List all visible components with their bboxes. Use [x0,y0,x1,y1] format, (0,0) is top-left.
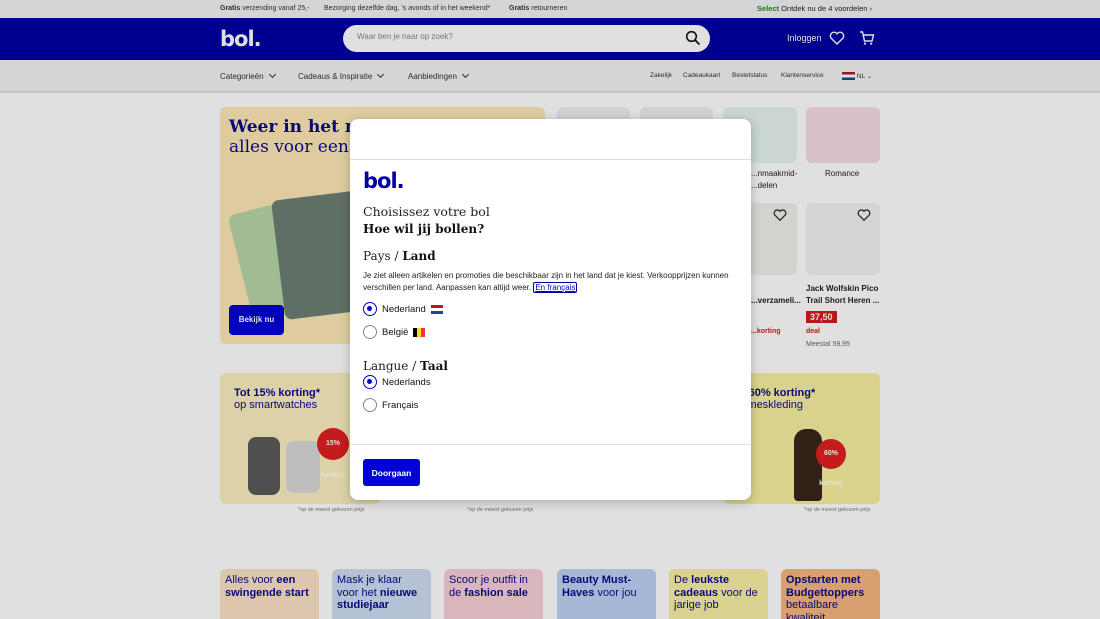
option-label: België [382,326,409,338]
country-option-netherlands[interactable]: Nederland [363,301,443,317]
dialog-heading-dutch: Hoe wil jij bollen? [363,222,485,236]
country-option-belgium[interactable]: België [363,324,426,340]
radio-button[interactable] [363,375,377,389]
language-option-french[interactable]: Français [363,397,418,413]
radio-button[interactable] [363,302,377,316]
country-info-text: Je ziet alleen artikelen en promoties di… [363,271,729,293]
nl-flag-icon [430,304,443,314]
french-link[interactable]: En français [533,281,578,293]
be-flag-icon [413,327,426,337]
language-option-dutch[interactable]: Nederlands [363,374,431,390]
country-section-title: Pays / Land [363,249,436,263]
country-language-dialog: bol. Choisissez votre bol Hoe wil jij bo… [350,119,751,500]
option-label: Nederlands [382,376,431,388]
divider [350,159,751,160]
continue-button[interactable]: Doorgaan [363,459,420,486]
language-section-title: Langue / Taal [363,359,448,373]
radio-button[interactable] [363,325,377,339]
option-label: Français [382,399,419,411]
dialog-heading-french: Choisissez votre bol [363,204,490,219]
radio-button[interactable] [363,398,377,412]
divider [350,444,751,445]
bol-logo: bol. [363,169,405,193]
option-label: Nederland [382,303,426,315]
